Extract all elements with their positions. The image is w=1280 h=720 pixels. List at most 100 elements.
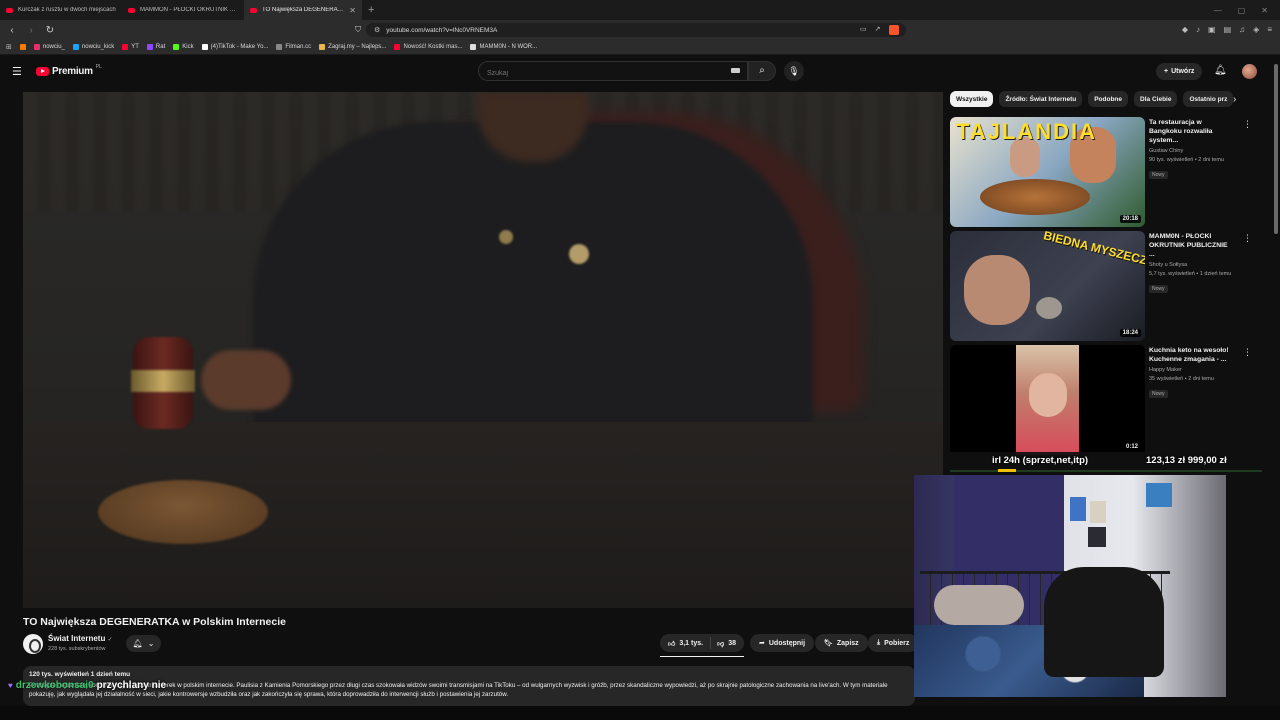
close-tab-icon[interactable]: ✕ <box>349 6 356 15</box>
bookmark-favicon-icon <box>33 44 40 50</box>
bookmark-item[interactable]: (4)TikTok - Make Yo... <box>201 44 269 50</box>
chip-recently[interactable]: Ostatnio prz <box>1183 91 1234 107</box>
microphone-icon[interactable]: 🎙︎ <box>784 61 804 81</box>
bookmark-item[interactable]: Filman.cc <box>276 44 311 50</box>
download-button[interactable]: ⤓ Pobierz <box>868 634 919 652</box>
share-action: ➦ Udostępnij <box>750 634 815 652</box>
tab-title: MAMMON - PŁOCKI OKRUTNIK PUB <box>140 7 238 13</box>
bookmark-item[interactable]: nowciu_ <box>33 44 65 50</box>
webcam-poster <box>1088 527 1106 547</box>
chat-username: drzewkobonsai0 <box>15 680 94 691</box>
extension-icon[interactable]: ▣ <box>1208 25 1216 34</box>
bookmark-item[interactable]: Zagraj.my – Najleps... <box>319 44 386 50</box>
bookmark-favicon-icon <box>173 44 180 50</box>
forward-icon[interactable]: › <box>24 25 38 36</box>
channel-name[interactable]: Świat Internetu ✓ <box>48 634 113 643</box>
bookmark-item[interactable]: YT <box>122 44 139 50</box>
menu-icon[interactable]: ≡ <box>1267 25 1272 34</box>
more-options-icon[interactable]: ⋮ <box>1243 233 1252 244</box>
bookmark-icon[interactable]: ⛉ <box>355 25 361 35</box>
shield-icon[interactable]: ◈ <box>1253 25 1259 34</box>
chip-similar[interactable]: Podobne <box>1088 91 1129 107</box>
chip-all[interactable]: Wszystkie <box>950 91 994 107</box>
video-thumbnail[interactable]: TAJLANDIA 20:18 <box>950 117 1145 227</box>
bookmark-item[interactable]: Rat <box>146 44 165 50</box>
video-frame-sound-block <box>98 480 268 544</box>
recommendation-channel[interactable]: Happy Maker <box>1149 367 1235 373</box>
bookmark-item[interactable]: Kick <box>173 44 194 50</box>
audio-icon[interactable]: ♪ <box>1196 25 1200 34</box>
channel-avatar[interactable] <box>23 634 43 654</box>
bookmark-label: Nowość! Kostki mas... <box>403 44 463 50</box>
bookmark-label: nowciu_ <box>42 44 65 50</box>
chevron-right-icon[interactable]: › <box>1233 94 1236 105</box>
site-settings-icon[interactable]: ⚙ <box>374 26 380 34</box>
dislike-button[interactable]: 👎︎ 38 <box>711 639 744 648</box>
recommendation-title[interactable]: MAMM0N - PŁOCKI OKRUTNIK PUBLICZNIE ... <box>1149 232 1235 259</box>
chip-source[interactable]: Źródło: Świat Internetu <box>999 91 1083 107</box>
video-thumbnail[interactable]: BIEDNA MYSZECZKA 18:24 <box>950 231 1145 341</box>
window-controls: — ▢ ✕ <box>1214 6 1280 15</box>
recommendation-item[interactable]: BIEDNA MYSZECZKA 18:24 MAMM0N - PŁOCKI O… <box>950 231 1252 341</box>
maximize-icon[interactable]: ▢ <box>1238 6 1246 15</box>
search-input[interactable] <box>479 64 719 83</box>
save-button[interactable]: 🔖︎ Zapisz <box>815 634 868 652</box>
chip-for-you[interactable]: Dla Ciebie <box>1134 91 1178 107</box>
bookmark-item[interactable]: MAMM0N - N WOR... <box>470 44 537 50</box>
notifications-bell-icon[interactable]: 🔔︎ <box>1214 65 1227 76</box>
subscription-bell-button[interactable]: 🔔︎ ⌄ <box>126 635 161 652</box>
recommendation-item[interactable]: 0:12 Kuchnia keto na wesoło! Kuchenne zm… <box>950 345 1252 455</box>
back-icon[interactable]: ‹ <box>5 25 19 36</box>
browser-tab[interactable]: Kurczak z rusztu w dwóch miejscach <box>0 0 122 20</box>
recommendation-channel[interactable]: Gustaw Chiny <box>1149 148 1235 154</box>
music-icon[interactable]: ♫ <box>1239 25 1245 34</box>
folder-icon <box>19 44 26 50</box>
youtube-favicon-icon <box>128 7 135 13</box>
recommendation-title[interactable]: Ta restauracja w Bangkoku rozwaliła syst… <box>1149 118 1235 145</box>
more-options-icon[interactable]: ⋮ <box>1243 347 1252 358</box>
share-label: Udostępnij <box>768 639 806 647</box>
recommendation-item[interactable]: TAJLANDIA 20:18 Ta restauracja w Bangkok… <box>950 117 1252 227</box>
youtube-logo[interactable]: Premium PL <box>36 64 102 77</box>
recommendation-title[interactable]: Kuchnia keto na wesoło! Kuchenne zmagani… <box>1149 346 1235 364</box>
search-button[interactable]: ⌕ <box>748 61 776 81</box>
save-playlist-icon: 🔖︎ <box>824 640 833 647</box>
browser-tab-active[interactable]: TO Największa DEGENERATK ✕ <box>244 0 362 20</box>
hamburger-menu-icon[interactable]: ☰ <box>12 65 22 78</box>
more-options-icon[interactable]: ⋮ <box>1243 119 1252 130</box>
address-bar[interactable]: ⚙ youtube.com/watch?v=lNc0VRNEM3A <box>366 23 906 37</box>
bookmark-item[interactable] <box>19 44 26 50</box>
close-window-icon[interactable]: ✕ <box>1261 6 1268 15</box>
keyboard-icon[interactable] <box>731 68 740 73</box>
vpn-icon[interactable]: ◆ <box>1182 25 1188 34</box>
screen-cast-icon[interactable]: ▭ <box>860 25 867 35</box>
create-button[interactable]: + Utwórz <box>1156 63 1203 80</box>
apps-icon[interactable]: ⊞ <box>6 43 12 51</box>
minimize-icon[interactable]: — <box>1214 6 1222 15</box>
browser-tab[interactable]: MAMMON - PŁOCKI OKRUTNIK PUB <box>122 0 244 20</box>
download-icon: ⤓ <box>877 639 881 646</box>
video-player[interactable] <box>23 92 943 608</box>
bookmark-item[interactable]: nowciu_kick <box>72 44 114 50</box>
video-thumbnail[interactable]: 0:12 <box>950 345 1145 455</box>
chevron-down-icon: ⌄ <box>147 639 155 648</box>
recommendation-channel[interactable]: Shoty u Sołtysa <box>1149 262 1235 268</box>
bookmark-item[interactable]: Nowość! Kostki mas... <box>394 44 462 50</box>
share-button[interactable]: ➦ Udostępnij <box>750 634 815 652</box>
new-tab-button[interactable]: + <box>362 4 380 16</box>
user-avatar[interactable] <box>1242 64 1257 79</box>
recommendation-meta: 90 tys. wyświetleń • 2 dni temu <box>1149 157 1224 163</box>
create-label: Utwórz <box>1171 68 1195 75</box>
bookmark-favicon-icon <box>146 44 153 50</box>
brave-shields-icon[interactable] <box>888 25 899 35</box>
share-arrow-icon: ➦ <box>759 640 765 647</box>
thumbnail-food-plate <box>980 179 1090 215</box>
like-button[interactable]: 👍︎ 3,1 tys. <box>660 637 712 649</box>
share-icon[interactable]: ↗ <box>875 25 881 35</box>
wallet-icon[interactable]: ▤ <box>1224 25 1232 34</box>
page-scrollbar-thumb[interactable] <box>1274 64 1278 234</box>
bookmark-label: (4)TikTok - Make Yo... <box>210 44 269 50</box>
thumbnail-text: TAJLANDIA <box>956 119 1098 144</box>
webcam-pillow <box>934 585 1024 625</box>
reload-icon[interactable]: ↻ <box>43 25 57 36</box>
